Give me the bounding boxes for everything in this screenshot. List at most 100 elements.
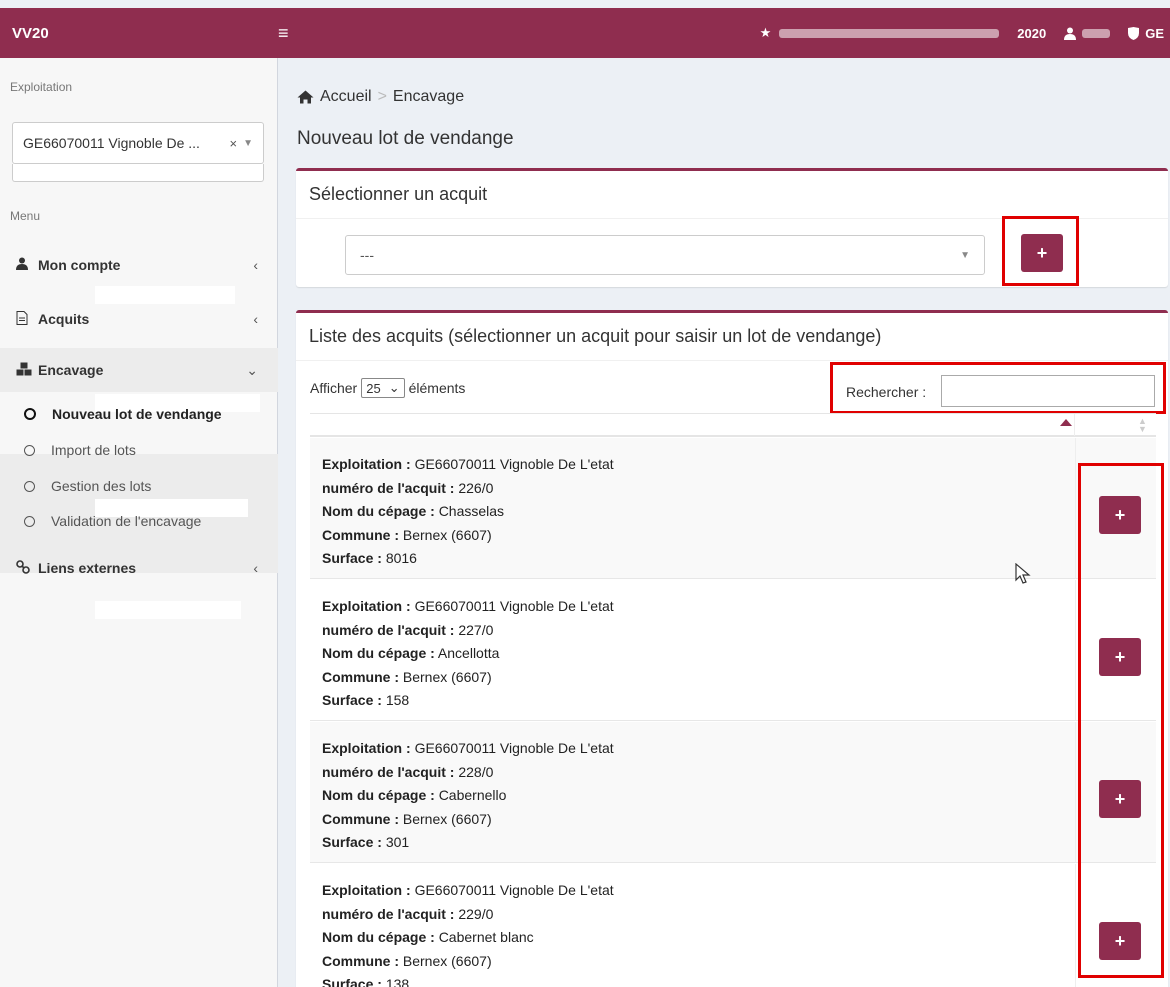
exploitation-selector[interactable]: ★ <box>760 25 1000 41</box>
detail-label: Exploitation : <box>322 882 411 898</box>
detail-label: Commune : <box>322 952 399 969</box>
circle-icon <box>24 515 35 527</box>
search-input[interactable] <box>941 375 1155 407</box>
table-row[interactable]: Exploitation : GE66070011 Vignoble De L'… <box>310 438 1156 579</box>
sort-both-icon[interactable]: ▲ ▼ <box>1138 417 1147 434</box>
sort-ascending-icon[interactable] <box>1060 419 1072 426</box>
sidebar-item-label: Liens externes <box>38 560 137 576</box>
detail-value: GE66070011 Vignoble De L'etat <box>414 882 614 898</box>
detail-value: Bernex (6607) <box>402 668 492 685</box>
detail-line-acquit: numéro de l'acquit : 229/0 <box>322 903 614 927</box>
add-acquit-button[interactable]: + <box>1021 234 1063 272</box>
document-icon <box>16 310 38 328</box>
detail-label: numéro de l'acquit : <box>322 905 455 922</box>
home-icon <box>297 90 314 104</box>
mouse-cursor-icon <box>1015 563 1031 584</box>
exploitation-select[interactable]: GE66070011 Vignoble De ... × ▼ <box>12 122 264 164</box>
table-row[interactable]: Exploitation : GE66070011 Vignoble De L'… <box>310 864 1156 987</box>
submenu-item-import-de-lots[interactable]: Import de lots <box>24 442 136 458</box>
breadcrumb-home[interactable]: Accueil <box>320 88 372 106</box>
breadcrumb-separator: > <box>377 88 387 105</box>
detail-label: Exploitation : <box>322 740 411 756</box>
detail-label: Commune : <box>322 526 399 543</box>
hamburger-icon[interactable]: ≡ <box>278 23 308 44</box>
detail-label: Surface : <box>322 692 382 708</box>
breadcrumb: Accueil > Encavage <box>297 88 464 106</box>
detail-line-acquit: numéro de l'acquit : 228/0 <box>322 761 614 785</box>
detail-label: Commune : <box>322 668 399 685</box>
user-icon <box>16 257 38 273</box>
detail-line-surface: Surface : 301 <box>322 831 614 855</box>
select-acquit-title: Sélectionner un acquit <box>296 171 1168 219</box>
detail-value: 138 <box>385 976 410 987</box>
submenu-item-label: Validation de l'encavage <box>51 513 202 529</box>
org-label: GE <box>1145 25 1164 41</box>
page-title: Nouveau lot de vendange <box>297 128 514 149</box>
detail-line-surface: Surface : 8016 <box>322 547 614 571</box>
circle-icon <box>24 444 35 456</box>
acquit-details-cell: Exploitation : GE66070011 Vignoble De L'… <box>322 879 614 987</box>
page-length-select[interactable]: 25 ⌄ <box>361 378 405 398</box>
breadcrumb-current: Encavage <box>392 88 465 105</box>
submenu-item-validation-encavage[interactable]: Validation de l'encavage <box>24 513 201 529</box>
detail-value: Chasselas <box>438 503 505 519</box>
detail-label: Nom du cépage : <box>322 929 435 945</box>
page-length-control: Afficher 25 ⌄ éléments <box>310 378 465 398</box>
year-selector[interactable]: 2020 <box>1017 26 1046 41</box>
shield-icon <box>1128 26 1140 40</box>
user-menu[interactable] <box>1064 27 1111 40</box>
detail-line-cepage: Nom du cépage : Cabernello <box>322 784 614 808</box>
clear-icon[interactable]: × <box>230 136 238 151</box>
acquit-details-cell: Exploitation : GE66070011 Vignoble De L'… <box>322 453 614 571</box>
sidebar-item-acquits[interactable]: Acquits ‹ <box>0 297 278 341</box>
detail-line-exploitation: Exploitation : GE66070011 Vignoble De L'… <box>322 879 614 903</box>
redacted-block <box>95 601 241 619</box>
link-icon <box>16 559 38 577</box>
detail-label: Exploitation : <box>322 598 411 614</box>
submenu-item-nouveau-lot[interactable]: Nouveau lot de vendange <box>24 406 222 422</box>
sidebar-item-label: Mon compte <box>38 257 121 273</box>
chevron-left-icon: ‹ <box>253 311 258 327</box>
chevron-left-icon: ‹ <box>253 257 258 273</box>
detail-label: Surface : <box>322 834 382 850</box>
detail-value: Cabernet blanc <box>438 929 534 945</box>
detail-label: Nom du cépage : <box>322 787 435 803</box>
exploitation-select-value: GE66070011 Vignoble De ... <box>23 135 200 151</box>
detail-line-commune: Commune : Bernex (6607) <box>322 950 614 974</box>
detail-line-commune: Commune : Bernex (6607) <box>322 524 614 548</box>
acquit-select-value: --- <box>360 247 374 263</box>
table-header[interactable]: ▲ ▼ <box>310 413 1156 437</box>
detail-value: GE66070011 Vignoble De L'etat <box>414 740 614 756</box>
org-menu[interactable]: GE <box>1128 26 1164 41</box>
chevron-down-icon: ⌄ <box>388 380 400 395</box>
detail-value: Ancellotta <box>437 645 500 661</box>
detail-value: 301 <box>385 834 410 850</box>
detail-value: Bernex (6607) <box>402 810 492 827</box>
detail-line-exploitation: Exploitation : GE66070011 Vignoble De L'… <box>322 737 614 761</box>
detail-label: numéro de l'acquit : <box>322 763 455 780</box>
detail-label: Nom du cépage : <box>322 645 435 661</box>
table-row[interactable]: Exploitation : GE66070011 Vignoble De L'… <box>310 580 1156 721</box>
detail-line-commune: Commune : Bernex (6607) <box>322 666 614 690</box>
submenu-item-label: Gestion des lots <box>51 478 152 494</box>
table-row[interactable]: Exploitation : GE66070011 Vignoble De L'… <box>310 722 1156 863</box>
acquit-select[interactable]: --- ▼ <box>345 235 985 275</box>
detail-value: Cabernello <box>438 787 507 803</box>
submenu-item-gestion-des-lots[interactable]: Gestion des lots <box>24 478 151 494</box>
detail-line-cepage: Nom du cépage : Cabernet blanc <box>322 926 614 950</box>
detail-value: 8016 <box>385 550 417 566</box>
detail-label: numéro de l'acquit : <box>322 479 455 496</box>
column-divider <box>1074 414 1075 436</box>
sidebar-item-liens-externes[interactable]: Liens externes ‹ <box>0 546 278 590</box>
detail-label: Commune : <box>322 810 399 827</box>
sidebar-item-encavage[interactable]: Encavage ⌄ <box>0 348 278 392</box>
app-brand[interactable]: VV20 <box>0 25 278 42</box>
show-suffix: éléments <box>408 380 466 396</box>
page-length-value: 25 <box>366 380 381 396</box>
sidebar-item-mon-compte[interactable]: Mon compte ‹ <box>0 243 278 287</box>
menu-label: Menu <box>10 209 41 223</box>
detail-value: 227/0 <box>458 621 494 638</box>
cubes-icon <box>16 362 38 379</box>
exploitation-select-dropdown-edge <box>12 164 264 182</box>
sidebar-item-label: Encavage <box>38 362 104 378</box>
